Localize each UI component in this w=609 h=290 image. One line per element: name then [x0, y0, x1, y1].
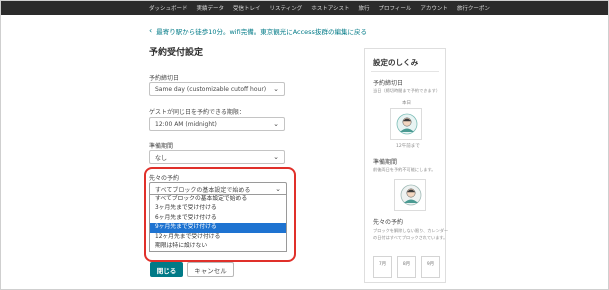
nav-dashboard[interactable]: ダッシュボード [149, 4, 188, 12]
how-it-works-panel: 設定のしくみ 予約締切日 当日（締切時間まで予約できます） 本日 12午前まで … [364, 48, 449, 283]
panel-prep-heading: 準備期間 [373, 159, 398, 166]
sameday-select[interactable]: 12:00 AM (midnight) ⌄ [149, 117, 285, 131]
advance-dropdown-list: すべてブロックの基本設定で始める 3ヶ月先まで受け付ける 6ヶ月先まで受け付ける… [149, 194, 287, 253]
back-link-label: 最寄り駅から徒歩10分。wifi完備。東京観光にAccess抜群の編集に戻る [156, 28, 367, 36]
panel-advance-text-2: の日付はすべてブロックされています。 [373, 235, 448, 240]
calendar-month: 8月 [397, 256, 416, 278]
dropdown-option[interactable]: 6ヶ月先まで受け付ける [150, 214, 286, 223]
nav-host-assist[interactable]: ホストアシスト [311, 4, 349, 12]
chevron-down-icon: ⌄ [273, 85, 279, 93]
noon-label: 12午前まで [396, 144, 420, 149]
nav-profile[interactable]: プロフィール [379, 4, 412, 12]
chevron-left-icon: ‹ [149, 26, 153, 35]
sameday-label: ゲストが同じ日を予約できる期限： [149, 109, 245, 116]
prep-select-value: なし [155, 154, 168, 162]
nav-listings[interactable]: リスティング [270, 4, 303, 12]
chevron-down-icon: ⌄ [275, 185, 281, 193]
person-icon [400, 184, 422, 206]
calendar-month: 7月 [373, 256, 392, 278]
chevron-down-icon: ⌄ [273, 120, 279, 128]
divider [371, 71, 439, 72]
prep-select[interactable]: なし ⌄ [149, 150, 285, 164]
browser-frame: ダッシュボード 実績データ 受信トレイ リスティング ホストアシスト 旅行 プロ… [0, 0, 609, 290]
nav-account[interactable]: アカウント [420, 4, 448, 12]
host-avatar-illustration [390, 108, 422, 140]
chevron-down-icon: ⌄ [273, 153, 279, 161]
calendar-month: 9月 [421, 256, 440, 278]
page-title: 予約受付設定 [149, 48, 204, 58]
close-button[interactable]: 閉じる [150, 262, 183, 277]
dropdown-option[interactable]: すべてブロックの基本設定で始める [150, 195, 286, 204]
panel-cutoff-heading: 予約締切日 [373, 80, 404, 87]
cancel-button[interactable]: キャンセル [187, 262, 234, 277]
today-label: 本日 [402, 101, 411, 106]
dropdown-option-selected[interactable]: 9ヶ月先まで受け付ける [150, 223, 286, 233]
advance-label: 先々の予約 [149, 175, 180, 182]
sameday-select-value: 12:00 AM (midnight) [155, 120, 217, 128]
panel-advance-heading: 先々の予約 [373, 219, 404, 226]
nav-trips[interactable]: 旅行 [359, 4, 370, 12]
nav-inbox[interactable]: 受信トレイ [233, 4, 261, 12]
nav-coupon[interactable]: 旅行クーポン [457, 4, 490, 12]
cutoff-select-value: Same day (customizable cutoff hour) [155, 85, 267, 93]
panel-prep-text: 前後両日を予約不可能にします。 [373, 167, 436, 172]
dropdown-option[interactable]: 12ヶ月先まで受け付ける [150, 233, 286, 242]
panel-advance-text-1: ブロックを解除しない限り、カレンダー [373, 228, 449, 233]
advance-select-value: すべてブロックの基本設定で始める [155, 186, 251, 194]
prep-avatar-illustration [394, 179, 426, 211]
cutoff-select[interactable]: Same day (customizable cutoff hour) ⌄ [149, 82, 285, 96]
person-icon [396, 113, 418, 135]
top-navigation: ダッシュボード 実績データ 受信トレイ リスティング ホストアシスト 旅行 プロ… [1, 1, 608, 15]
cutoff-label: 予約締切日 [149, 75, 180, 82]
panel-cutoff-text: 当日（締切時間まで予約できます） [373, 88, 441, 93]
nav-stats[interactable]: 実績データ [197, 4, 225, 12]
back-to-listing-link[interactable]: ‹ 最寄り駅から徒歩10分。wifi完備。東京観光にAccess抜群の編集に戻る [149, 26, 367, 37]
panel-title: 設定のしくみ [373, 58, 419, 67]
prep-label: 準備期間 [149, 143, 174, 150]
dropdown-option[interactable]: 3ヶ月先まで受け付ける [150, 204, 286, 213]
dropdown-option[interactable]: 期限は特に設けない [150, 242, 286, 251]
